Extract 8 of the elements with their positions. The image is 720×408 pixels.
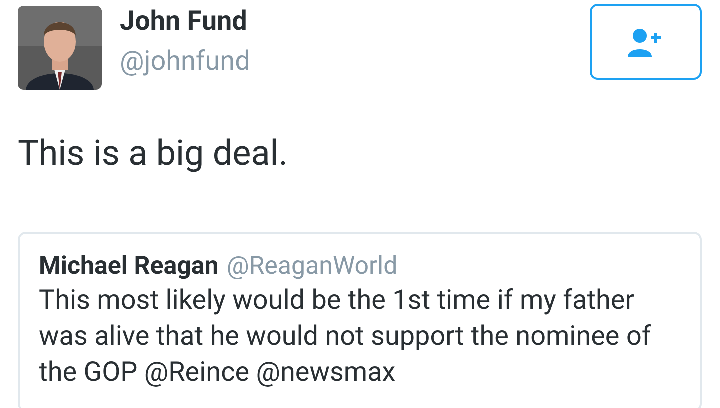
follow-button[interactable] — [590, 4, 702, 80]
quoted-author-name: Michael Reagan — [39, 252, 219, 282]
tweet-text: This is a big deal. — [18, 134, 289, 174]
quoted-author-handle: @ReaganWorld — [226, 252, 398, 282]
author-name: John Fund — [120, 6, 248, 36]
quoted-tweet-text: This most likely would be the 1st time if my father was alive that he would not support the nominee of the GOP @Reince @newsmax — [39, 283, 652, 390]
author-handle: @johnfund — [120, 46, 250, 76]
quoted-tweet-card[interactable]: Michael Reagan @ReaganWorld This most likely would be the 1st time if my father was alive that he would not support the nominee of the GOP @Reince @newsmax — [18, 232, 702, 408]
